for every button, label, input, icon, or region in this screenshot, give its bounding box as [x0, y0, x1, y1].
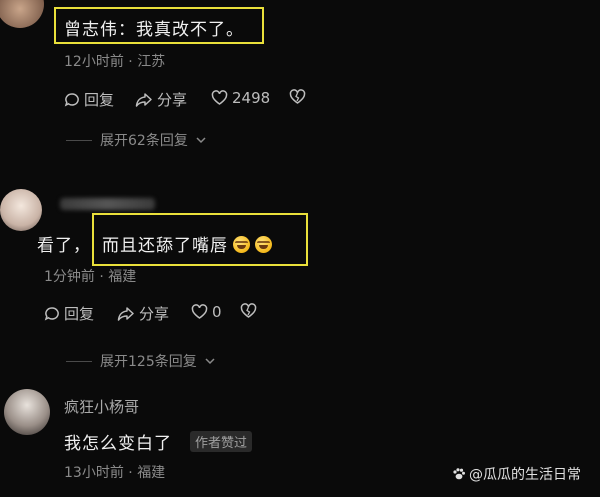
like-button[interactable]: 0 [191, 303, 222, 321]
comment-location: 福建 [108, 269, 137, 285]
expand-replies[interactable]: 展开62条回复 [66, 130, 206, 150]
separator: · [128, 465, 133, 481]
reply-button[interactable]: 回复 [44, 303, 94, 324]
share-button[interactable]: 分享 [117, 303, 169, 324]
reply-icon [64, 92, 79, 106]
share-button[interactable]: 分享 [135, 89, 187, 110]
laughing-emoji-icon [233, 236, 250, 253]
comment-meta: 1分钟前 · 福建 [44, 266, 136, 286]
expand-replies[interactable]: 展开125条回复 [66, 351, 215, 371]
heart-icon [191, 304, 208, 319]
comment-time: 12小时前 [64, 54, 124, 70]
comment-text: 曾志伟：我真改不了。 [64, 20, 244, 40]
divider [66, 139, 92, 141]
watermark: @瓜瓜的生活日常 [452, 464, 581, 484]
heart-icon [211, 90, 228, 105]
watermark-text: @瓜瓜的生活日常 [469, 467, 581, 483]
broken-heart-icon [289, 89, 306, 104]
author-liked-badge: 作者赞过 [190, 431, 253, 452]
dislike-button[interactable] [240, 303, 257, 319]
share-icon [117, 306, 134, 321]
divider [66, 360, 92, 362]
chevron-down-icon [196, 137, 206, 144]
avatar[interactable] [4, 389, 50, 435]
separator: · [99, 269, 104, 285]
comment-text: 我怎么变白了 [64, 434, 172, 454]
dislike-button[interactable] [289, 89, 306, 105]
comment-meta: 12小时前 · 江苏 [64, 51, 165, 71]
highlighted-text: 而且还舔了嘴唇 [102, 236, 228, 256]
blurred-username [60, 198, 155, 210]
like-count: 0 [212, 303, 222, 321]
like-button[interactable]: 2498 [211, 89, 270, 107]
like-count: 2498 [232, 89, 271, 107]
broken-heart-icon [240, 303, 257, 318]
comment-time: 1分钟前 [44, 269, 95, 285]
comment-location: 江苏 [137, 54, 166, 70]
paw-icon [453, 468, 465, 480]
share-icon [135, 92, 152, 107]
laughing-emoji-icon [255, 236, 272, 253]
comment-meta: 13小时前 · 福建 [64, 462, 165, 482]
comment-location: 福建 [137, 465, 166, 481]
share-label: 分享 [139, 305, 170, 323]
reply-button[interactable]: 回复 [64, 89, 114, 110]
separator: · [128, 54, 133, 70]
chevron-down-icon [205, 358, 215, 365]
share-label: 分享 [157, 91, 188, 109]
reply-label: 回复 [84, 91, 115, 109]
comment-text-highlight: 而且还舔了嘴唇 [102, 231, 272, 256]
reply-label: 回复 [64, 305, 95, 323]
username[interactable]: 疯狂小杨哥 [64, 396, 139, 417]
expand-label: 展开62条回复 [100, 133, 188, 149]
avatar[interactable] [0, 0, 44, 28]
comment-text: 看了， [37, 236, 91, 256]
expand-label: 展开125条回复 [100, 354, 197, 370]
reply-icon [44, 306, 59, 320]
comment-time: 13小时前 [64, 465, 124, 481]
avatar[interactable] [0, 189, 42, 231]
